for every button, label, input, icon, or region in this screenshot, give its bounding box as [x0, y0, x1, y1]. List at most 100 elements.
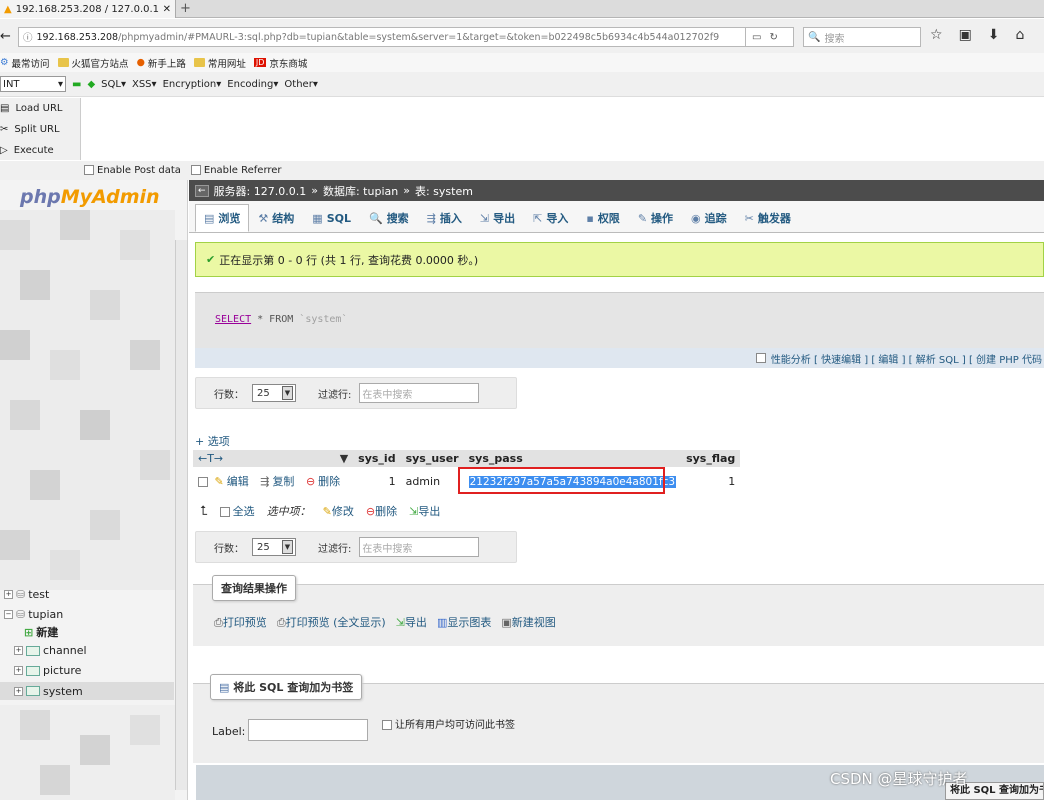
rows-select[interactable]: 25 ▼	[252, 384, 296, 402]
bookmark-label-input[interactable]	[248, 719, 368, 741]
bookmarks-bar: ⚙ 最常访问 火狐官方站点 ● 新手上路 常用网址 JD 京东商城	[0, 53, 1044, 72]
search-input[interactable]: 🔍 搜索	[803, 27, 921, 47]
insert-icon: ⇶	[426, 211, 436, 225]
print-preview-full-link[interactable]: ⎙打印预览 (全文显示)	[277, 614, 386, 630]
bulk-modify-button[interactable]: ✎修改	[323, 503, 354, 519]
cell-sys-user[interactable]: admin	[400, 467, 464, 495]
breadcrumb-database[interactable]: 数据库: tupian	[323, 183, 398, 199]
minus-icon[interactable]: ▬	[72, 79, 81, 90]
tab-sql[interactable]: ▦ SQL	[303, 204, 360, 232]
export-link[interactable]: ⇲导出	[396, 614, 427, 630]
tab-export[interactable]: ⇲ 导出	[471, 204, 524, 232]
home-icon[interactable]: ⌂	[1016, 27, 1025, 43]
enable-post-checkbox[interactable]: Enable Post data	[84, 165, 181, 176]
selected-label: 选中项：	[266, 505, 311, 518]
reload-icon[interactable]: ↻	[769, 32, 777, 43]
sql-links-text[interactable]: 性能分析 [ 快速编辑 ] [ 编辑 ] [ 解析 SQL ] [ 创建 PHP…	[771, 351, 1042, 366]
download-icon[interactable]: ⬇	[988, 27, 1000, 43]
db-icon: ⛁	[16, 588, 26, 601]
address-bar[interactable]: ⓘ 192.168.253.208/phpmyadmin/#PMAURL-3:s…	[18, 27, 746, 47]
bookmark-getting-started[interactable]: ● 新手上路	[137, 56, 186, 70]
edit-link[interactable]: ✎ 编辑	[215, 473, 249, 489]
header-sys-flag[interactable]: sys_flag	[681, 450, 741, 467]
tab-insert[interactable]: ⇶ 插入	[418, 204, 471, 232]
back-icon[interactable]: ←	[0, 29, 11, 44]
copy-link[interactable]: ⇶ 复制	[260, 473, 294, 489]
tree-table-picture[interactable]: + picture	[14, 664, 81, 677]
tree-db-tupian[interactable]: − ⛁ tupian	[4, 608, 63, 621]
breadcrumb-table[interactable]: 表: system	[415, 183, 473, 199]
bulk-delete-button[interactable]: ⊖删除	[366, 503, 397, 519]
chart-icon: ▥	[436, 616, 448, 629]
hackbar-url-textarea[interactable]	[80, 98, 1044, 160]
collapse-icon[interactable]: −	[4, 610, 13, 619]
filter-rows-input[interactable]: 在表中搜索	[359, 537, 480, 557]
breadcrumb-server[interactable]: 服务器: 127.0.0.1	[214, 183, 307, 199]
hackbar-menu-other[interactable]: Other▾	[284, 79, 317, 90]
eye-icon: ◉	[691, 211, 701, 225]
tab-triggers[interactable]: ✂ 触发器	[736, 204, 800, 232]
pencil-icon: ✎	[322, 505, 332, 518]
bookmark-jd[interactable]: JD 京东商城	[253, 56, 307, 70]
hackbar-menu-encoding[interactable]: Encoding▾	[227, 79, 278, 90]
encoding-select[interactable]: INT ▾	[0, 76, 66, 92]
tab-import[interactable]: ⇱ 导入	[524, 204, 577, 232]
enable-referrer-checkbox[interactable]: Enable Referrer	[190, 165, 282, 176]
sql-query-text[interactable]: SELECT * FROM `system`	[215, 314, 347, 325]
row-checkbox[interactable]	[198, 476, 208, 487]
execute-button[interactable]: ▷ Execute	[0, 140, 80, 161]
bookmark-firefox-site[interactable]: 火狐官方站点	[57, 56, 129, 70]
browser-tab[interactable]: ▲ 192.168.253.208 / 127.0.0.1 ✕	[0, 0, 176, 18]
tree-table-system[interactable]: + system	[0, 682, 174, 700]
collapse-arrow-icon[interactable]: ←	[195, 184, 209, 197]
reader-icon[interactable]: ▭	[752, 32, 761, 43]
plus-icon[interactable]: ◆	[87, 79, 95, 90]
tree-new-table[interactable]: ⊞ 新建	[24, 624, 58, 640]
bulk-export-button[interactable]: ⇲导出	[409, 503, 440, 519]
hackbar-menu-xss[interactable]: XSS▾	[132, 79, 157, 90]
bookmark-common-sites[interactable]: 常用网址	[193, 56, 246, 70]
star-icon[interactable]: ☆	[930, 27, 943, 43]
options-link[interactable]: + 选项	[195, 433, 230, 449]
tree-db-test[interactable]: + ⛁ test	[4, 588, 49, 601]
tab-tracking[interactable]: ◉ 追踪	[682, 204, 736, 232]
tab-operations[interactable]: ✎ 操作	[629, 204, 682, 232]
create-view-link[interactable]: ▣新建视图	[501, 614, 555, 630]
gear-icon: ⚙	[0, 57, 9, 68]
header-sys-user[interactable]: sys_user	[400, 450, 464, 467]
rows-select[interactable]: 25 ▼	[252, 538, 296, 556]
hackbar-menu-encryption[interactable]: Encryption▾	[163, 79, 222, 90]
split-icon: ✂	[0, 124, 9, 135]
bookmark-public-checkbox[interactable]: 让所有用户均可访问此书签	[382, 716, 515, 731]
tab-search[interactable]: 🔍 搜索	[360, 204, 418, 232]
delete-link[interactable]: ⊖ 删除	[306, 473, 340, 489]
bookmark-most-visited[interactable]: ⚙ 最常访问	[0, 56, 50, 70]
close-icon[interactable]: ✕	[163, 4, 175, 15]
tab-privileges[interactable]: ▪ 权限	[577, 204, 628, 232]
expand-icon[interactable]: +	[4, 590, 13, 599]
cell-sys-flag[interactable]: 1	[681, 467, 741, 495]
hackbar-menu-sql[interactable]: SQL▾	[101, 79, 126, 90]
print-preview-link[interactable]: ⎙打印预览	[214, 614, 267, 630]
reading-list-icon[interactable]: ▣	[959, 27, 972, 43]
view-icon: ▣	[501, 616, 512, 629]
column-arrows[interactable]: ←T→ ▼	[193, 450, 354, 467]
nav-scrollbar[interactable]	[175, 240, 187, 790]
pma-logo[interactable]: phpMyAdmin	[20, 186, 160, 208]
address-bar-actions: ▭ ↻	[746, 27, 794, 47]
tab-structure[interactable]: ⚒ 结构	[249, 204, 303, 232]
cell-sys-id[interactable]: 1	[353, 467, 401, 495]
display-chart-link[interactable]: ▥显示图表	[437, 614, 491, 630]
sql-links: 性能分析 [ 快速编辑 ] [ 编辑 ] [ 解析 SQL ] [ 创建 PHP…	[195, 348, 1044, 368]
new-tab-icon[interactable]: +	[180, 1, 191, 16]
select-all-checkbox[interactable]: 全选	[219, 503, 255, 519]
load-url-button[interactable]: ▤ Load URL	[0, 98, 80, 119]
split-url-button[interactable]: ✂ Split URL	[0, 119, 80, 140]
filter-rows-input[interactable]: 在表中搜索	[359, 383, 480, 403]
wrench-icon: ✎	[637, 211, 648, 225]
header-sys-id[interactable]: sys_id	[353, 450, 401, 467]
profiling-checkbox[interactable]	[755, 353, 766, 363]
tree-table-channel[interactable]: + channel	[14, 644, 87, 657]
header-sys-pass[interactable]: sys_pass	[463, 450, 682, 467]
tab-browse[interactable]: ▤ 浏览	[195, 204, 250, 232]
